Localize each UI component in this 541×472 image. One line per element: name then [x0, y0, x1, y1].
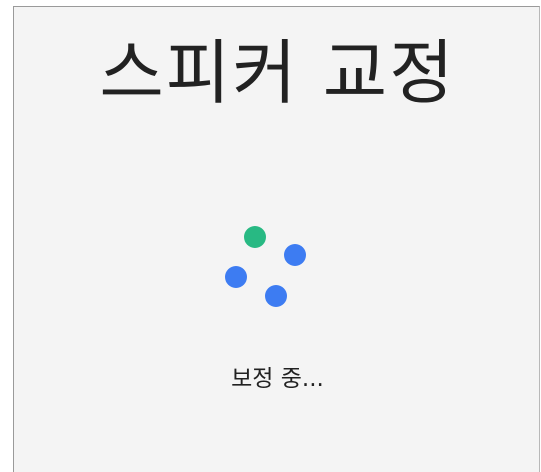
page-title: 스피커 교정: [99, 32, 456, 114]
spinner-dot: [225, 266, 247, 288]
spinner-dot: [284, 244, 306, 266]
calibration-dialog: 스피커 교정 보정 중...: [13, 6, 540, 472]
spinner-dot: [265, 285, 287, 307]
status-text: 보정 중...: [231, 366, 324, 392]
spinner-dot: [244, 226, 266, 248]
loading-spinner: [214, 207, 324, 317]
